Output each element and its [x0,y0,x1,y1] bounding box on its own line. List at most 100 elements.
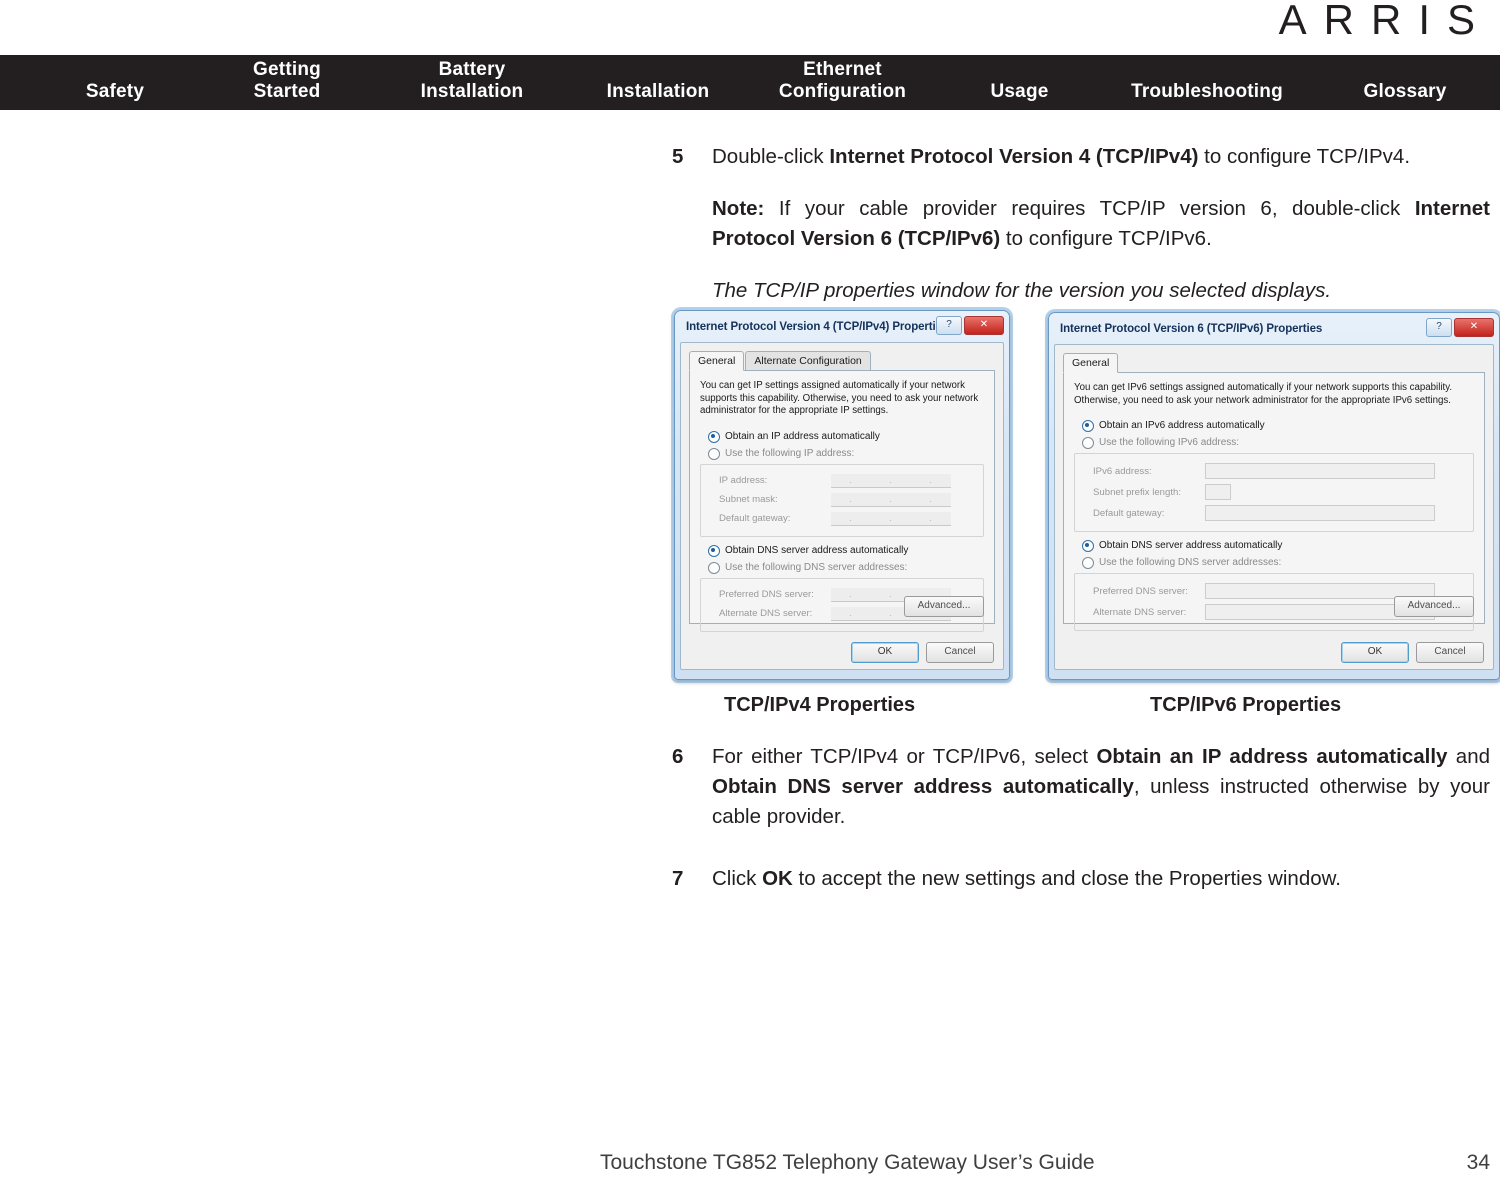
ipv6-radio-manual-ip[interactable]: Use the following IPv6 address: [1082,436,1474,450]
ipv6-tabstrip: General [1063,352,1485,373]
tab-general[interactable]: General [1063,353,1119,373]
ipv6-general-panel: You can get IPv6 settings assigned autom… [1063,373,1485,631]
ok-button[interactable]: OK [851,642,919,663]
step-5-text-2: to configure TCP/IPv4. [1198,145,1411,168]
ipv6-subnet-prefix-label: Subnet prefix length: [1093,486,1182,498]
nav-item-getting-started[interactable]: Getting Started [212,59,362,103]
ipv4-general-panel: You can get IP settings assigned automat… [689,371,995,632]
footer-guide-title: Touchstone TG852 Telephony Gateway User’… [600,1151,1095,1174]
ipv4-preferred-dns-label: Preferred DNS server: [719,589,814,600]
ipv6-manual-address-group: IPv6 address: Subnet prefix length: Defa… [1074,453,1474,532]
footer-page-number: 34 [1466,1151,1490,1174]
radio-off-icon [1082,557,1094,569]
ipv6-radio-auto-ip-label: Obtain an IPv6 address automatically [1099,420,1265,431]
ipv4-properties-screenshot: Internet Protocol Version 4 (TCP/IPv4) P… [674,310,1010,680]
ipv4-subnet-mask-input[interactable]: ... [831,492,951,507]
ipv6-default-gateway-input[interactable] [1205,505,1435,521]
ok-button[interactable]: OK [1341,642,1409,663]
ipv6-ip-address-row: IPv6 address: [1093,463,1473,479]
ipv4-radio-auto-dns-label: Obtain DNS server address automatically [725,544,909,556]
page-footer: Touchstone TG852 Telephony Gateway User’… [0,1151,1500,1181]
radio-on-icon [708,544,720,557]
step-7-bold-1: OK [762,867,793,890]
ipv6-radio-auto-dns[interactable]: Obtain DNS server address automatically [1082,539,1474,553]
nav-item-battery-installation[interactable]: Battery Installation [382,59,562,103]
ipv4-alternate-dns-label: Alternate DNS server: [719,608,813,619]
ipv4-default-gateway-input[interactable]: ... [831,511,951,526]
tab-general[interactable]: General [689,351,745,371]
nav-item-safety[interactable]: Safety [30,81,200,103]
step-7-text-2: to accept the new settings and close the… [792,867,1341,890]
nav-item-ethernet-configuration[interactable]: Ethernet Configuration [750,59,935,103]
advanced-button[interactable]: Advanced... [904,596,984,617]
step-7-text-1: Click [712,867,763,890]
ipv4-radio-manual-dns-label: Use the following DNS server addresses: [725,561,908,573]
tab-alternate-configuration[interactable]: Alternate Configuration [745,351,871,370]
step-7-number: 7 [672,867,684,890]
ipv4-description: You can get IP settings assigned automat… [700,380,979,416]
help-icon[interactable]: ? [1426,318,1452,337]
step-7: 7 Click OK to accept the new settings and… [672,864,1490,894]
ipv6-title-text: Internet Protocol Version 6 (TCP/IPv6) P… [1060,323,1323,335]
ipv6-radio-manual-dns[interactable]: Use the following DNS server addresses: [1082,556,1474,570]
ipv4-window-buttons: ? ✕ [936,316,1004,335]
ipv4-radio-manual-ip[interactable]: Use the following IP address: [708,447,984,461]
nav-item-glossary[interactable]: Glossary [1330,81,1480,103]
nav-item-usage[interactable]: Usage [952,81,1087,103]
arris-logo: ARRIS [1278,0,1492,43]
ipv4-ip-address-input[interactable]: ... [831,473,951,488]
step-5: 5 Double-click Internet Protocol Version … [672,142,1490,172]
radio-on-icon [1082,540,1094,552]
note-paragraph: Note: If your cable provider requires TC… [672,194,1490,254]
nav-item-installation[interactable]: Installation [578,81,738,103]
ipv6-description: You can get IPv6 settings assigned autom… [1074,382,1453,406]
ipv6-radio-auto-dns-label: Obtain DNS server address automatically [1099,540,1283,551]
radio-off-icon [708,447,720,460]
step-6-bold-2: Obtain DNS server address automatically [712,775,1134,798]
ipv4-radio-manual-dns[interactable]: Use the following DNS server addresses: [708,561,984,575]
ipv6-dialog-footer-buttons: OK Cancel [1341,642,1484,663]
step-6-number: 6 [672,745,684,768]
ipv4-radio-auto-dns[interactable]: Obtain DNS server address automatically [708,544,984,558]
ipv4-default-gateway-label: Default gateway: [719,513,791,524]
step-6: 6 For either TCP/IPv4 or TCP/IPv6, select… [672,742,1490,832]
ipv6-titlebar: Internet Protocol Version 6 (TCP/IPv6) P… [1054,318,1494,344]
ipv4-radio-manual-ip-label: Use the following IP address: [725,447,855,459]
note-text-1: If your cable provider requires TCP/IP v… [764,197,1415,220]
ipv4-tabstrip: General Alternate Configuration [689,350,995,371]
ipv6-advanced-wrap: Advanced... [1394,595,1474,617]
cancel-button[interactable]: Cancel [926,642,994,663]
caption-ipv6: TCP/IPv6 Properties [1150,694,1342,716]
step-5-text-1: Double-click [712,145,830,168]
close-icon[interactable]: ✕ [1454,318,1494,337]
main-content-lower: 6 For either TCP/IPv4 or TCP/IPv6, select… [672,742,1490,894]
ipv4-default-gateway-row: Default gateway: ... [719,511,983,526]
ipv6-radio-manual-dns-label: Use the following DNS server addresses: [1099,557,1282,568]
ipv6-ip-address-input[interactable] [1205,463,1435,479]
ipv6-subnet-prefix-row: Subnet prefix length: [1093,484,1473,500]
chapter-navigation-bar: Safety Getting Started Battery Installat… [0,55,1500,110]
step-6-text-1: For either TCP/IPv4 or TCP/IPv6, select [712,745,1097,768]
nav-item-troubleshooting[interactable]: Troubleshooting [1102,81,1312,103]
close-icon[interactable]: ✕ [964,316,1004,335]
figure-intro-line: The TCP/IP properties window for the ver… [712,279,1332,302]
radio-on-icon [708,430,720,443]
advanced-button[interactable]: Advanced... [1394,596,1474,617]
ipv4-radio-auto-ip[interactable]: Obtain an IP address automatically [708,430,984,444]
radio-on-icon [1082,420,1094,432]
ipv6-subnet-prefix-input[interactable] [1205,484,1231,500]
cancel-button[interactable]: Cancel [1416,642,1484,663]
main-content-upper: 5 Double-click Internet Protocol Version … [672,110,1490,306]
figure-captions: TCP/IPv4 Properties TCP/IPv6 Properties [672,694,1500,726]
step-5-bold-1: Internet Protocol Version 4 (TCP/IPv4) [829,145,1199,168]
ipv6-alternate-dns-label: Alternate DNS server: [1093,606,1187,618]
help-icon[interactable]: ? [936,316,962,335]
ipv6-properties-screenshot: Internet Protocol Version 6 (TCP/IPv6) P… [1048,312,1500,680]
ipv4-manual-address-group: IP address: ... Subnet mask: ... Default… [700,463,984,537]
ipv6-default-gateway-label: Default gateway: [1093,507,1165,519]
ipv4-titlebar: Internet Protocol Version 4 (TCP/IPv4) P… [680,316,1004,342]
ipv6-dialog-window: Internet Protocol Version 6 (TCP/IPv6) P… [1048,312,1500,680]
ipv6-window-buttons: ? ✕ [1426,318,1494,337]
radio-off-icon [708,561,720,574]
ipv6-radio-auto-ip[interactable]: Obtain an IPv6 address automatically [1082,419,1474,433]
